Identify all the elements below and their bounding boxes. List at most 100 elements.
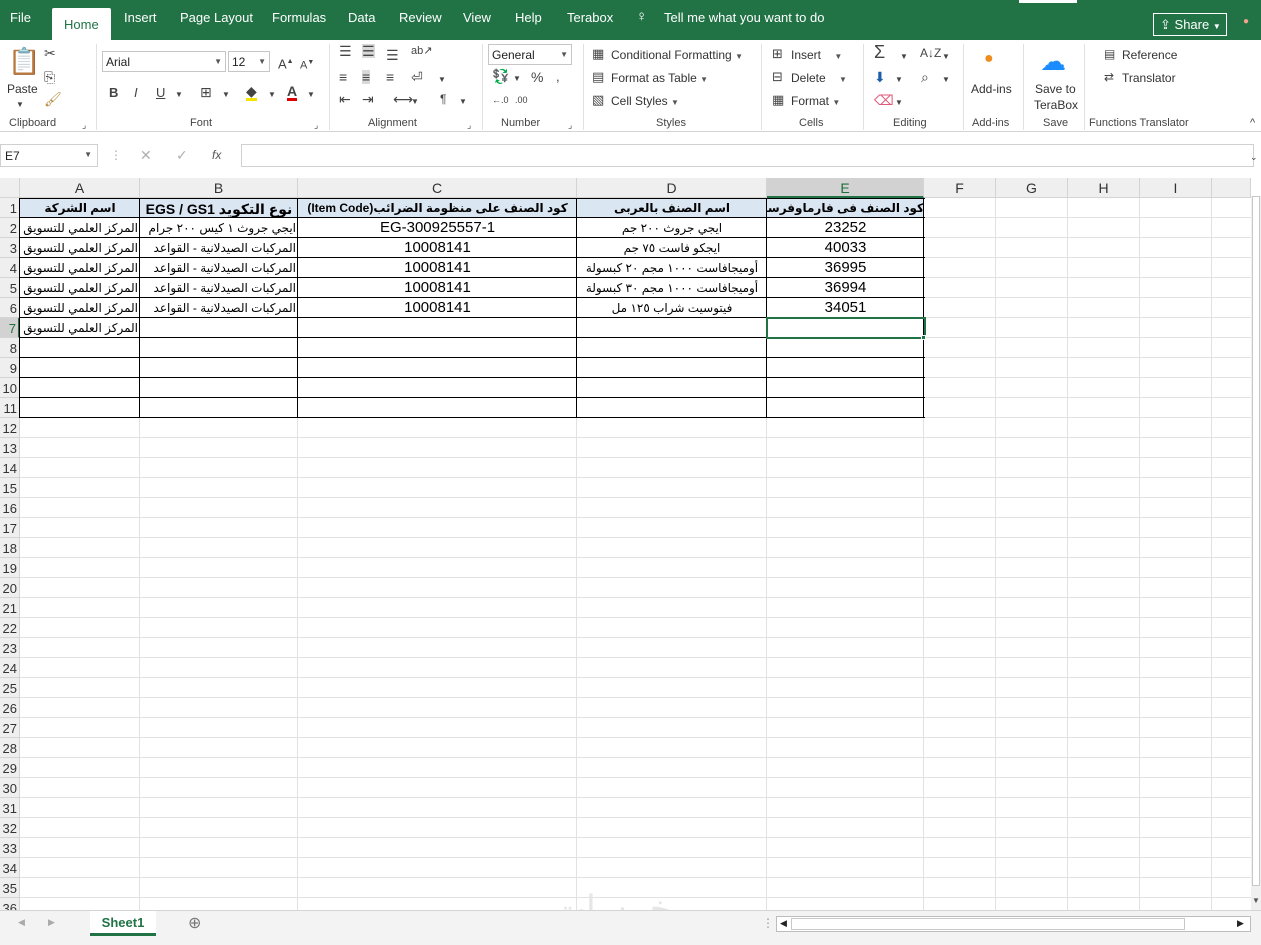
add-sheet-icon[interactable]: ⊕ — [188, 913, 201, 933]
cell-styles-button[interactable]: Cell Styles ▼ — [611, 94, 679, 108]
row-header-29[interactable]: 29 — [0, 758, 20, 778]
row-header-6[interactable]: 6 — [0, 298, 20, 318]
cell-B3[interactable]: المركبات الصيدلانية - القواعد — [140, 238, 298, 258]
cell-D6[interactable]: فيتوسيت شراب ١٢٥ مل — [577, 298, 767, 318]
cell-A7[interactable]: المركز العلمي للتسويق — [20, 318, 140, 338]
chevron-down-icon[interactable]: ▼ — [895, 96, 903, 110]
cell-B7[interactable] — [140, 318, 298, 338]
row-header-1[interactable]: 1 — [0, 198, 20, 218]
copy-icon[interactable]: ⎘ — [44, 70, 55, 84]
tab-data[interactable]: Data — [348, 10, 375, 25]
cell-A3[interactable]: المركز العلمي للتسويق — [20, 238, 140, 258]
row-header-17[interactable]: 17 — [0, 518, 20, 538]
italic-icon[interactable]: I — [134, 86, 138, 100]
row-header-19[interactable]: 19 — [0, 558, 20, 578]
prev-sheet-icon[interactable]: ◀ — [18, 917, 25, 928]
font-color-icon[interactable]: A — [287, 84, 298, 101]
tab-review[interactable]: Review — [399, 10, 442, 25]
tab-formulas[interactable]: Formulas — [272, 10, 326, 25]
paste-button[interactable]: Paste — [7, 82, 38, 96]
underline-icon[interactable]: U — [156, 86, 165, 100]
chevron-down-icon[interactable]: ▼ — [438, 73, 446, 87]
chevron-down-icon[interactable]: ▼ — [459, 95, 467, 109]
cell-D2[interactable]: ايجي جروث ٢٠٠ جم — [577, 218, 767, 238]
cell-E1[interactable]: كود الصنف فى فارماوفرسيز — [767, 198, 924, 218]
delete-cells-button[interactable]: Delete ▼ — [791, 71, 847, 85]
row-header-11[interactable]: 11 — [0, 398, 20, 418]
insert-cells-button[interactable]: Insert ▼ — [791, 48, 842, 62]
worksheet-grid[interactable]: ABCDEFGHI 1 2 3 4 5 6 7 8 9 10 11 12 13 14 15 16 17 18 19 2… — [0, 178, 1261, 918]
share-button[interactable]: ⇪ Share ▼ — [1153, 13, 1227, 36]
row-header-32[interactable]: 32 — [0, 818, 20, 838]
chevron-down-icon[interactable]: ▼ — [307, 88, 315, 102]
cell-A4[interactable]: المركز العلمي للتسويق — [20, 258, 140, 278]
row-header-3[interactable]: 3 — [0, 238, 20, 258]
tab-page-layout[interactable]: Page Layout — [180, 10, 253, 25]
increase-indent-icon[interactable]: ⇥ — [362, 92, 374, 106]
fill-icon[interactable]: ⬇ — [874, 70, 886, 84]
scroll-left-icon[interactable]: ◀ — [780, 918, 787, 929]
cancel-entry-icon[interactable]: ✕ — [140, 148, 152, 162]
column-header-partial[interactable] — [1212, 178, 1251, 198]
row-header-33[interactable]: 33 — [0, 838, 20, 858]
tab-splitter-icon[interactable]: ⋮ — [762, 916, 774, 930]
cell-C6[interactable]: 10008141 — [298, 298, 577, 318]
add-ins-icon[interactable]: ● — [984, 51, 994, 67]
chevron-down-icon[interactable]: ▼ — [16, 98, 24, 112]
cell-D1[interactable]: اسم الصنف بالعربى — [577, 198, 767, 218]
fill-handle[interactable] — [921, 335, 926, 340]
conditional-formatting-button[interactable]: Conditional Formatting ▼ — [611, 48, 743, 62]
cell-C7[interactable] — [298, 318, 577, 338]
column-header-E[interactable]: E — [767, 178, 924, 198]
percent-icon[interactable]: % — [531, 70, 543, 84]
tab-view[interactable]: View — [463, 10, 491, 25]
cell-B5[interactable]: المركبات الصيدلانية - القواعد — [140, 278, 298, 298]
cell-A5[interactable]: المركز العلمي للتسويق — [20, 278, 140, 298]
decrease-font-icon[interactable]: A▼ — [300, 56, 314, 73]
align-left-icon[interactable]: ≡ — [339, 70, 347, 84]
name-box[interactable]: E7 ▼ — [0, 144, 98, 167]
cell-E4[interactable]: 36995 — [767, 258, 924, 278]
chevron-down-icon[interactable]: ▼ — [513, 72, 521, 86]
row-header-4[interactable]: 4 — [0, 258, 20, 278]
dialog-launcher-icon[interactable]: ⌟ — [467, 118, 471, 132]
format-cells-button[interactable]: Format ▼ — [791, 94, 840, 108]
row-header-15[interactable]: 15 — [0, 478, 20, 498]
align-bottom-icon[interactable]: ☰ — [386, 48, 399, 62]
number-format-dropdown[interactable]: General ▼ — [488, 44, 572, 65]
scroll-right-icon[interactable]: ▶ — [1237, 918, 1244, 929]
cell-A2[interactable]: المركز العلمي للتسويق — [20, 218, 140, 238]
increase-decimal-icon[interactable]: ←.0 — [492, 93, 509, 107]
dialog-launcher-icon[interactable]: ⌟ — [568, 118, 572, 132]
cell-D7[interactable] — [577, 318, 767, 338]
reference-button[interactable]: Reference — [1122, 48, 1177, 62]
chevron-down-icon[interactable]: ▼ — [411, 95, 419, 109]
smiley-icon[interactable]: ● — [1243, 16, 1249, 27]
add-ins-button[interactable]: Add-ins — [971, 82, 1012, 96]
column-header-F[interactable]: F — [924, 178, 996, 198]
column-header-I[interactable]: I — [1140, 178, 1212, 198]
tab-help[interactable]: Help — [515, 10, 542, 25]
row-header-9[interactable]: 9 — [0, 358, 20, 378]
selected-cell-E7[interactable] — [766, 317, 926, 339]
save-to-terabox-line2[interactable]: TeraBox — [1034, 98, 1078, 112]
decrease-decimal-icon[interactable]: .00 — [515, 93, 528, 107]
row-header-20[interactable]: 20 — [0, 578, 20, 598]
sort-filter-icon[interactable]: A↓Z — [920, 46, 941, 60]
row-header-26[interactable]: 26 — [0, 698, 20, 718]
cut-icon[interactable]: ✂ — [44, 46, 56, 60]
chevron-down-icon[interactable]: ▼ — [942, 73, 950, 87]
row-header-24[interactable]: 24 — [0, 658, 20, 678]
decrease-indent-icon[interactable]: ⇤ — [339, 92, 351, 106]
tab-terabox[interactable]: Terabox — [567, 10, 613, 25]
currency-icon[interactable]: 💱 — [492, 69, 509, 83]
tell-me-search[interactable]: Tell me what you want to do — [664, 10, 824, 25]
translator-button[interactable]: Translator — [1122, 71, 1176, 85]
cell-C3[interactable]: 10008141 — [298, 238, 577, 258]
borders-icon[interactable]: ⊞ — [200, 85, 212, 99]
cell-D4[interactable]: أوميجافاست ١٠٠٠ مجم ٢٠ كبسولة — [577, 258, 767, 278]
tab-file[interactable]: File — [10, 10, 31, 25]
scroll-down-icon[interactable]: ▼ — [1252, 896, 1260, 905]
column-header-A[interactable]: A — [20, 178, 140, 198]
paste-icon[interactable]: 📋 — [8, 48, 40, 74]
